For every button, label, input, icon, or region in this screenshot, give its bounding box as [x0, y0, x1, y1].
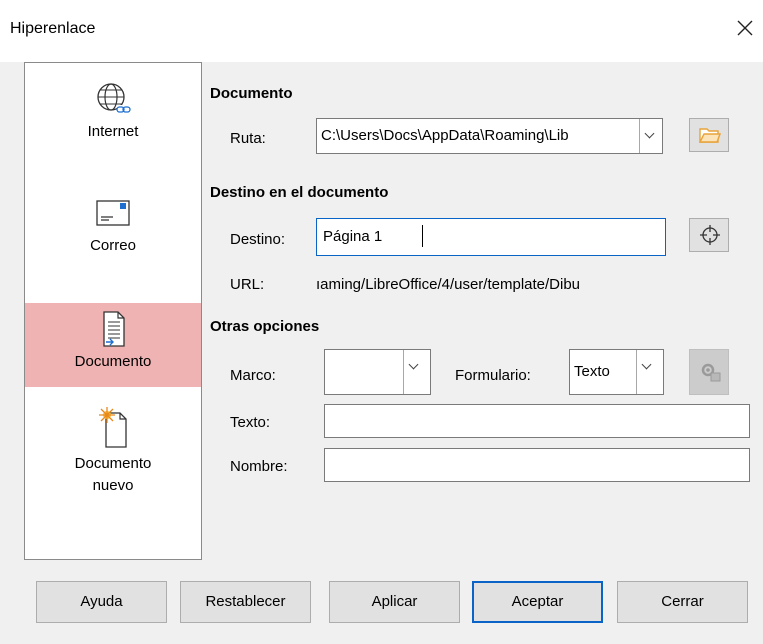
- sidebar-item-documento[interactable]: Documento: [25, 303, 201, 387]
- formulario-label: Formulario:: [455, 367, 531, 384]
- open-file-button[interactable]: [689, 118, 729, 152]
- sidebar-item-label: Documento: [74, 353, 152, 370]
- document-icon: [103, 311, 125, 347]
- title-bar: [0, 0, 763, 62]
- close-icon[interactable]: [731, 14, 759, 42]
- chevron-down-icon[interactable]: [639, 119, 662, 153]
- marco-label: Marco:: [230, 367, 276, 384]
- formulario-value: Texto: [574, 363, 610, 380]
- globe-link-icon: [97, 83, 131, 114]
- sidebar-item-internet[interactable]: Internet: [25, 77, 201, 177]
- sidebar-item-label-line1: Documento: [74, 455, 152, 472]
- nombre-input[interactable]: [324, 448, 750, 482]
- select-target-button[interactable]: [689, 218, 729, 252]
- url-value: ıaming/LibreOffice/4/user/template/Dibu: [316, 276, 581, 293]
- destino-input[interactable]: Página 1: [316, 218, 666, 256]
- marco-combobox[interactable]: [324, 349, 431, 395]
- hyperlink-type-sidebar: Internet Correo Documento Documento nuev…: [24, 62, 202, 560]
- formulario-combobox[interactable]: Texto: [569, 349, 664, 395]
- destino-label: Destino:: [230, 231, 286, 248]
- new-document-icon: [99, 407, 127, 448]
- ayuda-button[interactable]: Ayuda: [36, 581, 167, 623]
- sidebar-item-label-line2: nuevo: [92, 477, 134, 494]
- texto-label: Texto:: [230, 414, 271, 431]
- section-opciones-title: Otras opciones: [210, 318, 320, 335]
- ruta-value: C:\Users\Docs\AppData\Roaming\Lib: [321, 127, 569, 144]
- window-title: Hiperenlace: [10, 20, 96, 37]
- section-documento-title: Documento: [210, 85, 293, 102]
- sidebar-item-documento-nuevo[interactable]: Documento nuevo: [25, 405, 201, 533]
- events-button[interactable]: [689, 349, 729, 395]
- texto-input[interactable]: [324, 404, 750, 438]
- gear-macro-icon: [701, 363, 721, 382]
- nombre-label: Nombre:: [230, 458, 288, 475]
- envelope-icon: [96, 200, 130, 226]
- aceptar-button[interactable]: Aceptar: [472, 581, 603, 623]
- target-crosshair-icon: [700, 225, 720, 245]
- ruta-label: Ruta:: [230, 130, 266, 147]
- folder-open-icon: [699, 128, 721, 143]
- aplicar-button[interactable]: Aplicar: [329, 581, 460, 623]
- chevron-down-icon[interactable]: [636, 350, 663, 394]
- sidebar-item-label: Correo: [90, 237, 136, 254]
- text-caret: [422, 225, 423, 247]
- sidebar-item-correo[interactable]: Correo: [25, 191, 201, 291]
- restablecer-button[interactable]: Restablecer: [180, 581, 311, 623]
- ruta-combobox[interactable]: C:\Users\Docs\AppData\Roaming\Lib: [316, 118, 663, 154]
- chevron-down-icon[interactable]: [403, 350, 430, 394]
- cerrar-button[interactable]: Cerrar: [617, 581, 748, 623]
- destino-value: Página 1: [323, 228, 383, 245]
- section-destino-title: Destino en el documento: [210, 184, 389, 201]
- sidebar-item-label: Internet: [87, 123, 139, 140]
- url-label: URL:: [230, 276, 265, 293]
